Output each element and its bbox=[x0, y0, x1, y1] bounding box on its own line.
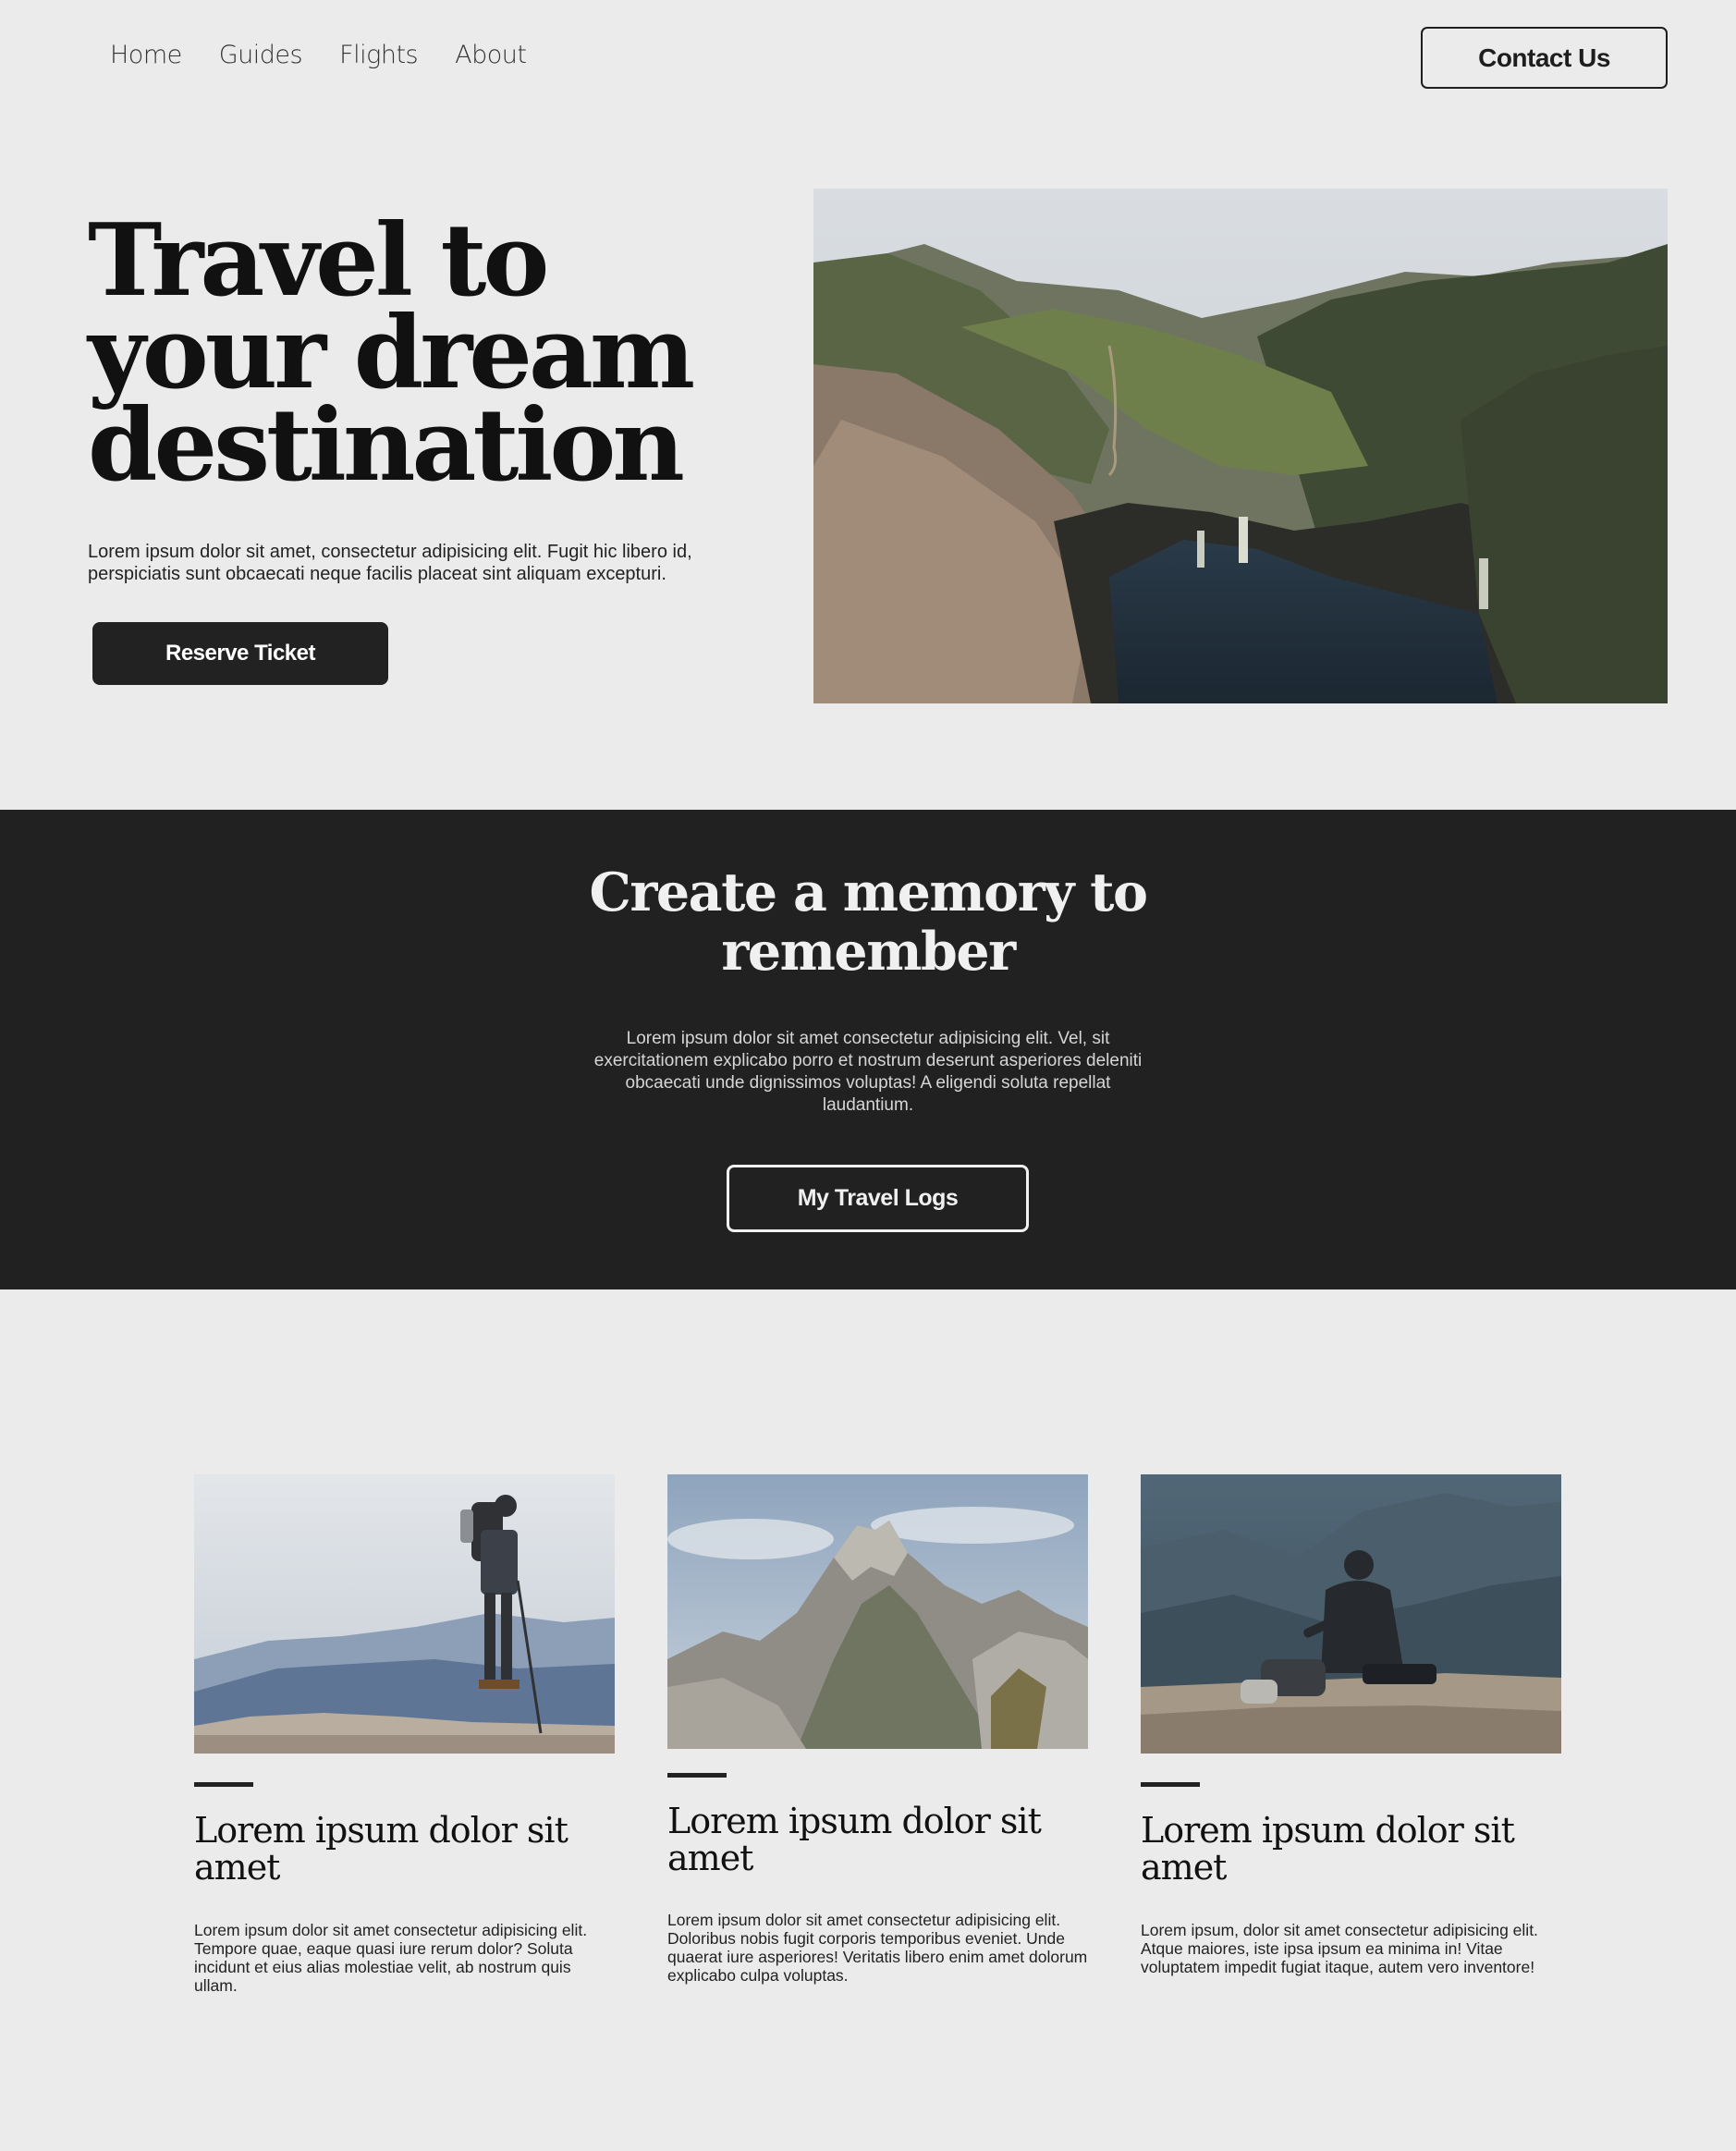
hero-title-line-3: destination bbox=[88, 387, 685, 504]
card-divider bbox=[1141, 1782, 1200, 1787]
memory-section: Create a memory to remember Lorem ipsum … bbox=[0, 810, 1736, 1289]
my-travel-logs-button[interactable]: My Travel Logs bbox=[727, 1165, 1029, 1232]
memory-title-line-1: Create a memory to bbox=[589, 862, 1148, 923]
contact-us-button[interactable]: Contact Us bbox=[1421, 27, 1668, 89]
memory-section-title: Create a memory to remember bbox=[498, 863, 1238, 982]
card-resting-hiker: Lorem ipsum dolor sit amet Lorem ipsum, … bbox=[1141, 1474, 1561, 1992]
hero-title-line-2: your dream bbox=[88, 295, 695, 411]
nav-link-about[interactable]: About bbox=[455, 41, 527, 69]
mountain-peak-illustration bbox=[667, 1474, 1088, 1749]
card-title: Lorem ipsum dolor sit amet bbox=[194, 1810, 568, 1888]
card-title: Lorem ipsum dolor sit amet bbox=[1141, 1810, 1515, 1888]
card-image-hiker bbox=[194, 1474, 615, 1754]
card-divider bbox=[667, 1773, 727, 1778]
seated-hiker-illustration bbox=[1141, 1474, 1561, 1754]
hiker-on-ridge-illustration bbox=[194, 1474, 615, 1754]
nav-link-flights[interactable]: Flights bbox=[339, 41, 419, 69]
hero-landscape-image bbox=[813, 189, 1668, 703]
memory-section-description: Lorem ipsum dolor sit amet consectetur a… bbox=[593, 1029, 1143, 1115]
reserve-ticket-button[interactable]: Reserve Ticket bbox=[92, 622, 388, 685]
card-hiker: Lorem ipsum dolor sit amet Lorem ipsum d… bbox=[194, 1474, 615, 1995]
hero-title: Travel to your dream destination bbox=[88, 202, 735, 504]
nav-link-home[interactable]: Home bbox=[110, 41, 182, 69]
card-image-mountain bbox=[667, 1474, 1088, 1749]
card-description: Lorem ipsum dolor sit amet consectetur a… bbox=[667, 1911, 1088, 1985]
hero-title-line-1: Travel to bbox=[88, 202, 549, 319]
nav-links: Home Guides Flights About bbox=[110, 41, 563, 69]
card-divider bbox=[194, 1782, 253, 1787]
card-title: Lorem ipsum dolor sit amet bbox=[667, 1801, 1042, 1878]
canyon-lake-illustration bbox=[813, 189, 1668, 703]
memory-title-line-2: remember bbox=[721, 921, 1016, 983]
nav-link-guides[interactable]: Guides bbox=[219, 41, 303, 69]
card-mountain: Lorem ipsum dolor sit amet Lorem ipsum d… bbox=[667, 1474, 1088, 1992]
card-description: Lorem ipsum, dolor sit amet consectetur … bbox=[1141, 1921, 1538, 1976]
hero-description: Lorem ipsum dolor sit amet, consectetur … bbox=[88, 542, 692, 584]
card-image-resting-hiker bbox=[1141, 1474, 1561, 1754]
top-nav: Home Guides Flights About Contact Us bbox=[0, 0, 1736, 116]
card-description: Lorem ipsum dolor sit amet consectetur a… bbox=[194, 1921, 588, 1995]
